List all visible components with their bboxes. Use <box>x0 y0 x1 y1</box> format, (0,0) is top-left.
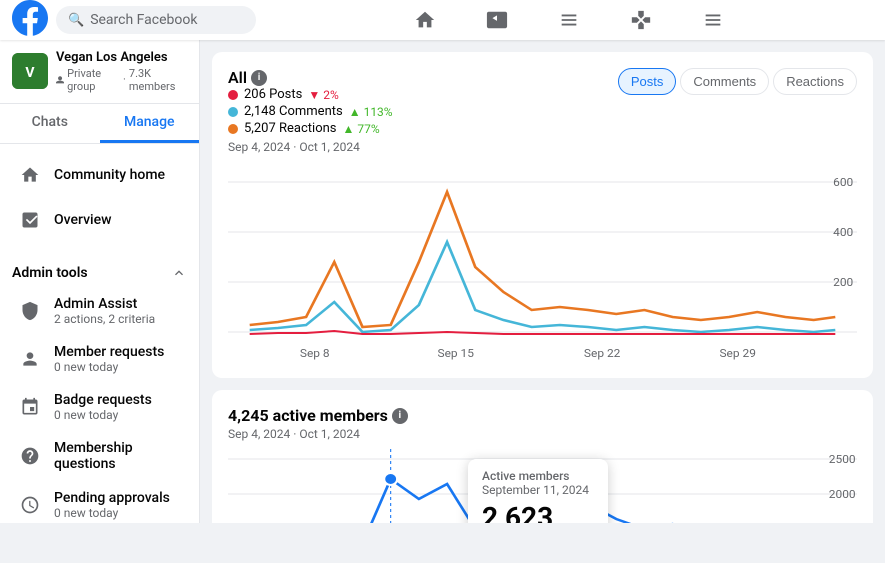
tab-chats[interactable]: Chats <box>0 104 100 143</box>
nav-badge-requests[interactable]: Badge requests 0 new today <box>4 384 195 430</box>
top-nav-items: Community home Overview <box>0 144 199 251</box>
nav-icons <box>264 2 873 38</box>
svg-text:Sep 15: Sep 15 <box>438 346 474 359</box>
active-members-title: 4,245 active members i <box>228 406 857 425</box>
top-nav: 🔍 Search Facebook <box>0 0 885 40</box>
left-sidebar: V Vegan Los Angeles Private group · 7.3K… <box>0 40 200 523</box>
svg-text:V: V <box>25 65 35 81</box>
clock-icon <box>16 491 44 519</box>
svg-text:400: 400 <box>833 225 853 238</box>
main-layout: V Vegan Los Angeles Private group · 7.3K… <box>0 40 885 523</box>
posts-filter-button[interactable]: Posts <box>618 68 677 95</box>
nav-membership-questions[interactable]: Membership questions <box>4 432 195 480</box>
search-icon: 🔍 <box>68 13 84 28</box>
group-info: Vegan Los Angeles Private group · 7.3K m… <box>56 50 187 93</box>
stats-chart: 600 400 200 Sep 8 Sep 15 Sep 22 Sep 29 <box>228 162 857 362</box>
nav-community-home[interactable]: Community home <box>4 153 195 197</box>
group-header: V Vegan Los Angeles Private group · 7.3K… <box>0 40 199 104</box>
nav-marketplace-button[interactable] <box>549 2 589 38</box>
legend-comments: 2,148 Comments ▲ 113% <box>228 104 393 119</box>
sidebar-tabs: Chats Manage <box>0 104 199 144</box>
question-icon <box>16 442 44 470</box>
active-members-tooltip: Active members September 11, 2024 2,623 <box>468 459 608 523</box>
reactions-filter-button[interactable]: Reactions <box>773 68 857 95</box>
group-name: Vegan Los Angeles <box>56 50 187 67</box>
nav-home-button[interactable] <box>405 2 445 38</box>
svg-text:600: 600 <box>833 175 853 188</box>
shield-icon <box>16 297 44 325</box>
svg-text:200: 200 <box>833 275 853 288</box>
badge-icon <box>16 393 44 421</box>
svg-text:Sep 8: Sep 8 <box>300 346 330 359</box>
nav-member-requests[interactable]: Member requests 0 new today <box>4 336 195 382</box>
posts-dot <box>228 90 238 100</box>
stats-card: All i 206 Posts ▼ 2% 2,148 Comments ▲ 11… <box>212 52 873 378</box>
comments-filter-button[interactable]: Comments <box>680 68 769 95</box>
group-meta: Private group · 7.3K members <box>56 67 187 93</box>
nav-video-button[interactable] <box>477 2 517 38</box>
svg-text:2500: 2500 <box>829 452 856 465</box>
person-icon <box>16 345 44 373</box>
reactions-dot <box>228 124 238 134</box>
legend-reactions: 5,207 Reactions ▲ 77% <box>228 121 393 136</box>
chart-icon <box>16 206 44 234</box>
fb-logo <box>12 0 48 40</box>
active-members-chart: Active members September 11, 2024 2,623 … <box>228 449 857 523</box>
svg-text:Sep 29: Sep 29 <box>719 346 755 359</box>
tab-manage[interactable]: Manage <box>100 104 200 143</box>
stats-buttons: Posts Comments Reactions <box>618 68 857 95</box>
info-icon: i <box>251 70 267 86</box>
svg-text:Sep 22: Sep 22 <box>584 346 621 359</box>
home-icon <box>16 161 44 189</box>
search-text: Search Facebook <box>90 12 197 28</box>
nav-menu-button[interactable] <box>693 2 733 38</box>
active-members-info-icon: i <box>392 408 408 424</box>
nav-pending-approvals[interactable]: Pending approvals 0 new today <box>4 482 195 523</box>
active-members-card: 4,245 active members i Sep 4, 2024 · Oct… <box>212 390 873 523</box>
comments-dot <box>228 107 238 117</box>
nav-gaming-button[interactable] <box>621 2 661 38</box>
stats-header: All i 206 Posts ▼ 2% 2,148 Comments ▲ 11… <box>228 68 857 154</box>
stats-legends: 206 Posts ▼ 2% 2,148 Comments ▲ 113% 5,2… <box>228 87 393 136</box>
legend-posts: 206 Posts ▼ 2% <box>228 87 393 102</box>
nav-admin-assist[interactable]: Admin Assist 2 actions, 2 criteria <box>4 288 195 334</box>
admin-section-header: Admin tools <box>0 259 199 287</box>
nav-overview[interactable]: Overview <box>4 198 195 242</box>
main-content: All i 206 Posts ▼ 2% 2,148 Comments ▲ 11… <box>200 40 885 523</box>
svg-text:2000: 2000 <box>829 487 856 500</box>
group-avatar: V <box>12 53 48 89</box>
active-date-range: Sep 4, 2024 · Oct 1, 2024 <box>228 427 857 441</box>
search-bar[interactable]: 🔍 Search Facebook <box>56 6 256 34</box>
stats-date-range: Sep 4, 2024 · Oct 1, 2024 <box>228 140 393 154</box>
